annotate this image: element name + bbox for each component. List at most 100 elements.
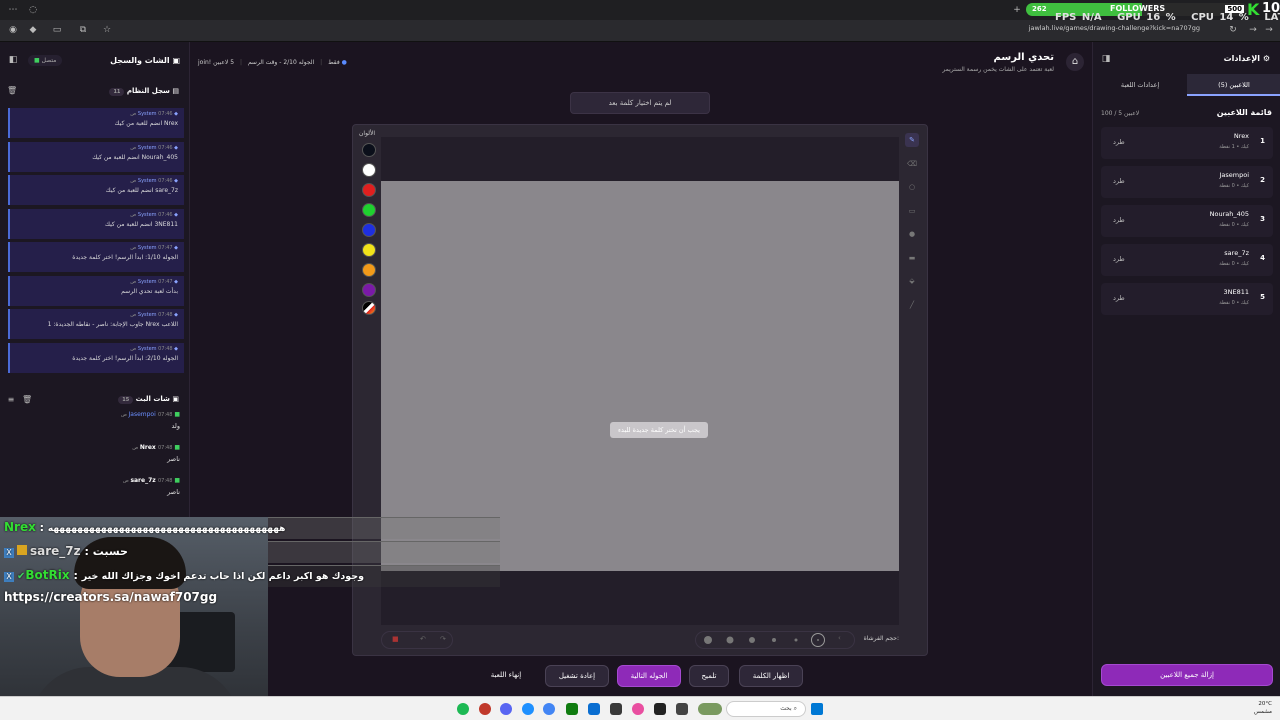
redo-icon[interactable]: ↷ — [440, 635, 446, 643]
end-game-button[interactable]: إنهاء اللعبة — [478, 665, 534, 687]
reload-icon[interactable]: ↻ — [1228, 25, 1238, 35]
line-width-tool-icon[interactable]: ▬ — [905, 251, 919, 265]
obs-icon[interactable] — [676, 703, 688, 715]
log-message: 3NE811 انضم للعبة من كيك — [105, 220, 178, 228]
chat-text: ولد — [171, 422, 180, 430]
system-log-list: ◆ System 07:46 ص Nrex انضم للعبة من كيك ◆ … — [8, 108, 184, 376]
rectangle-tool-icon[interactable]: ▭ — [905, 204, 919, 218]
color-swatch[interactable] — [362, 283, 376, 297]
app-pink-icon[interactable] — [632, 703, 644, 715]
home-icon[interactable]: ⌂ — [1066, 53, 1084, 71]
log-entry: ◆ System 07:47 ص الجوله 1/10: ابدأ الرسم!… — [8, 242, 184, 272]
bookmark-star-icon[interactable]: ☆ — [102, 25, 112, 35]
player-rank: 5 — [1260, 293, 1265, 301]
color-swatch[interactable] — [362, 143, 376, 157]
bucket-tool-icon[interactable]: ⬙ — [905, 274, 919, 288]
show-word-button[interactable]: اظهار الكلمة — [739, 665, 803, 687]
taskbar-search[interactable]: بحث ⌕ — [726, 701, 806, 717]
log-message: Nrex انضم للعبة من كيك — [114, 120, 178, 127]
kick-player-button[interactable]: طرد — [1113, 294, 1125, 302]
hint-button[interactable]: تلميح — [689, 665, 729, 687]
back-icon[interactable]: → — [1248, 25, 1258, 35]
trash-chat-icon[interactable]: 🗑 — [22, 395, 32, 405]
system-shield-icon: ◆ — [172, 278, 178, 285]
forward-icon[interactable]: → — [1264, 25, 1274, 35]
next-round-button[interactable]: الجوله التالية — [617, 665, 681, 687]
app-dark-icon[interactable] — [654, 703, 666, 715]
color-swatch[interactable] — [362, 203, 376, 217]
trash-log-icon[interactable]: 🗑 — [7, 86, 17, 96]
circle-tool-icon[interactable]: ○ — [905, 180, 919, 194]
extensions-icon[interactable]: ◆ — [28, 25, 38, 35]
chat-text: ناصر — [167, 488, 180, 496]
color-swatch[interactable] — [362, 183, 376, 197]
brush-size-option[interactable] — [772, 638, 776, 642]
log-meta: ◆ System 07:46 ص — [16, 178, 178, 184]
browser-back-tab-icon[interactable]: ◌ — [28, 5, 38, 15]
remove-all-players-button[interactable]: إزالة جميع اللاعبين — [1101, 664, 1273, 686]
new-tab-icon[interactable]: + — [1012, 5, 1022, 15]
chrome-icon[interactable] — [543, 703, 555, 715]
taskbar-search-label: بحث — [780, 705, 792, 712]
filter-icon[interactable]: ≡ — [6, 395, 16, 405]
log-sender: System — [137, 345, 157, 352]
player-name: 3NE811 — [1223, 288, 1249, 296]
player-info: كيك • 1 نقطة — [1219, 144, 1249, 150]
start-windows-icon[interactable] — [811, 703, 823, 715]
tab-players[interactable]: اللاعبين (5) — [1187, 74, 1280, 96]
tab-game-settings[interactable]: إعدادات اللعبة — [1093, 74, 1187, 96]
players-list-title: قائمة اللاعبين — [1216, 108, 1272, 117]
sidebar-icon[interactable]: ▭ — [52, 25, 62, 35]
brush-size-selected[interactable] — [811, 633, 825, 647]
kick-player-button[interactable]: طرد — [1113, 255, 1125, 263]
file-explorer-icon[interactable] — [610, 703, 622, 715]
pen-tool-icon[interactable]: ✎ — [905, 133, 919, 147]
spotify-icon[interactable] — [457, 703, 469, 715]
chat-panel-header: ◧ ■ متصل الشات والسجل ▣ — [0, 50, 190, 70]
fill-tool-icon[interactable]: ● — [905, 227, 919, 241]
discord-icon[interactable] — [500, 703, 512, 715]
player-name: Jasempoi — [1219, 171, 1249, 179]
brush-size-option[interactable] — [749, 637, 755, 643]
kick-player-button[interactable]: طرد — [1113, 138, 1125, 146]
color-swatch[interactable] — [362, 163, 376, 177]
color-swatch[interactable] — [362, 243, 376, 257]
store-icon[interactable] — [588, 703, 600, 715]
widget-icon[interactable] — [698, 703, 722, 715]
chat-username: Nrex — [139, 444, 156, 451]
chat-message: ■ Nrex 07:48 ص ناصر — [8, 443, 184, 476]
verified-icon: ■ — [172, 477, 180, 484]
xbox-icon[interactable] — [566, 703, 578, 715]
kick-player-button[interactable]: طرد — [1113, 216, 1125, 224]
round-status: الجوله 2/10 - وقت الرسم — [247, 59, 315, 66]
brush-size-option[interactable] — [704, 636, 712, 644]
system-shield-icon: ◆ — [172, 312, 178, 318]
kick-player-button[interactable]: طرد — [1113, 177, 1125, 185]
clear-canvas-icon[interactable]: ■ — [392, 635, 399, 643]
log-sender: System — [137, 211, 157, 218]
eraser-tool-icon[interactable]: ⌫ — [905, 157, 919, 171]
system-shield-icon: ◆ — [172, 245, 178, 251]
edge-icon[interactable] — [522, 703, 534, 715]
collapse-settings-icon[interactable]: ◨ — [1101, 54, 1111, 64]
color-swatch[interactable] — [362, 223, 376, 237]
collapse-panel-icon[interactable]: ◧ — [8, 55, 18, 65]
log-meta: ◆ System 07:48 ص — [16, 346, 178, 352]
log-meta: ◆ System 07:47 ص — [16, 245, 178, 251]
restart-button[interactable]: إعادة تشغيل — [545, 665, 609, 687]
drawing-canvas[interactable]: يجب أن تختر كلمة جديدة للبدء — [381, 181, 899, 571]
app-red-icon[interactable] — [479, 703, 491, 715]
connection-status-badge: ■ متصل — [28, 55, 63, 66]
browser-menu-icon[interactable]: ⋯ — [8, 5, 18, 15]
copy-icon[interactable]: ⧉ — [78, 25, 88, 35]
color-swatch[interactable] — [362, 263, 376, 277]
undo-icon[interactable]: ↶ — [420, 635, 426, 643]
page-subtitle: لعبة تعتمد على الشات يخمن رسمة الستريمر — [942, 66, 1054, 73]
brush-size-option[interactable] — [794, 638, 798, 642]
color-picker-swatch[interactable] — [362, 301, 376, 315]
brush-size-option[interactable] — [726, 636, 734, 644]
player-info: كيك • 0 نقطة — [1219, 183, 1249, 189]
address-bar[interactable]: jawlah.live/games/drawing-challenge?kick… — [1029, 24, 1200, 32]
line-tool-icon[interactable]: ╱ — [905, 298, 919, 312]
browser-profile-icon[interactable]: ◉ — [8, 25, 18, 35]
